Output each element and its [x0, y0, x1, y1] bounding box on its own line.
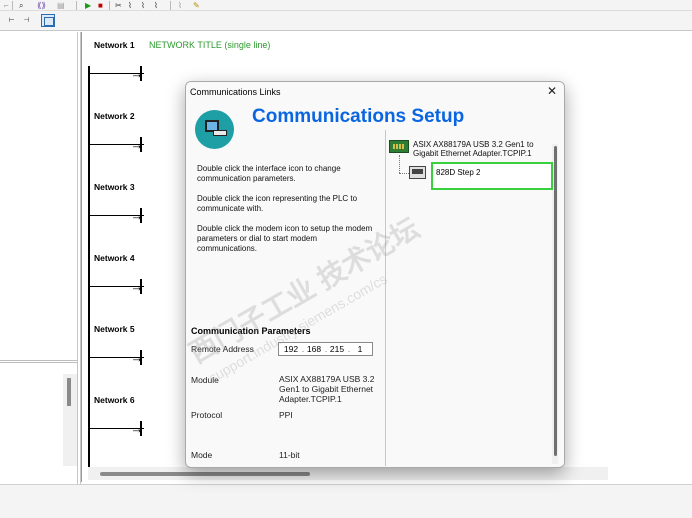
- dialog-titlebar[interactable]: Communications Links ✕: [186, 82, 564, 101]
- rung-arrow-icon[interactable]: →: [130, 350, 144, 365]
- remote-address-input[interactable]: 192 . 168 . 215 . 1: [278, 342, 373, 356]
- protocol-value: PPI: [279, 410, 293, 420]
- dialog-heading: Communications Setup: [252, 106, 465, 127]
- network-label: Network 1: [94, 40, 135, 50]
- plc-node-label: 828D Step 2: [436, 168, 481, 177]
- ip-octet[interactable]: 1: [351, 343, 369, 355]
- communications-dialog: Communications Links ✕ Communications Se…: [185, 81, 565, 468]
- secondary-toolbar: ⊢ ⊣: [0, 11, 692, 31]
- tree-scrollbar-thumb[interactable]: [554, 146, 557, 456]
- network-title[interactable]: NETWORK TITLE (single line): [149, 40, 270, 50]
- help-text: Double click the modem icon to setup the…: [197, 224, 373, 253]
- power-rail: [88, 66, 90, 470]
- toolbar-button-icon[interactable]: ⌇: [178, 1, 182, 10]
- run-icon[interactable]: ▶: [85, 1, 91, 10]
- dialog-title: Communications Links: [190, 87, 281, 97]
- toolbar-separator: [170, 1, 171, 10]
- communications-logo-icon: [195, 110, 234, 149]
- tree-connector: [399, 155, 400, 173]
- delete-branch-icon[interactable]: ⊣: [20, 14, 33, 27]
- mode-value: 11-bit: [279, 450, 300, 460]
- compile-icon[interactable]: ⟪⟫: [37, 1, 46, 10]
- module-label: Module: [191, 375, 219, 385]
- rung-arrow-icon[interactable]: →: [130, 279, 144, 294]
- remote-address-label: Remote Address: [191, 344, 254, 354]
- stop-icon[interactable]: ■: [98, 1, 103, 10]
- network-label: Network 4: [94, 253, 135, 263]
- left-scrollbar-thumb[interactable]: [67, 378, 71, 406]
- find-icon[interactable]: ⌕: [19, 1, 23, 10]
- program-status-icon[interactable]: ✂: [115, 1, 122, 10]
- ip-octet[interactable]: 192: [282, 343, 300, 355]
- insert-branch-icon[interactable]: ⊢: [5, 14, 18, 27]
- main-toolbar: ⌐ ⌕ ⟪⟫ ▤ ▶ ■ ✂ ⌇ ⌇ ⌇ ⌇ ✎: [0, 0, 692, 11]
- rung-arrow-icon[interactable]: →: [130, 421, 144, 436]
- network-label: Network 6: [94, 395, 135, 405]
- toolbar-button-icon[interactable]: ▤: [57, 1, 65, 10]
- keyboard-icon: [213, 130, 227, 136]
- rung-arrow-icon[interactable]: →: [130, 66, 144, 81]
- network-card-icon[interactable]: [389, 140, 409, 153]
- params-heading: Communication Parameters: [191, 326, 311, 336]
- rung-arrow-icon[interactable]: →: [130, 137, 144, 152]
- plc-node[interactable]: 828D Step 2: [431, 162, 553, 190]
- mode-label: Mode: [191, 450, 213, 460]
- force-icon[interactable]: ⌇: [154, 1, 158, 10]
- protocol-label: Protocol: [191, 410, 223, 420]
- status-icon[interactable]: ⌇: [141, 1, 145, 10]
- trend-view-icon[interactable]: ⌇: [128, 1, 132, 10]
- toolbar-separator: [76, 1, 77, 10]
- tree-connector: [399, 173, 409, 174]
- help-text: Double click the icon representing the P…: [197, 194, 358, 213]
- adapter-node-label[interactable]: ASIX AX88179A USB 3.2 Gen1 to Gigabit Et…: [413, 140, 553, 158]
- close-icon[interactable]: ✕: [545, 84, 559, 98]
- editor-scrollbar-thumb[interactable]: [100, 472, 310, 476]
- output-pane: [0, 484, 692, 518]
- ip-octet[interactable]: 215: [328, 343, 346, 355]
- rung-arrow-icon[interactable]: →: [130, 208, 144, 223]
- module-value: ASIX AX88179A USB 3.2 Gen1 to Gigabit Et…: [279, 374, 375, 404]
- ip-octet[interactable]: 168: [305, 343, 323, 355]
- network-label: Network 3: [94, 182, 135, 192]
- help-text: Double click the interface icon to chang…: [197, 164, 341, 183]
- plc-icon[interactable]: [409, 166, 426, 179]
- toolbar-button-icon[interactable]: ⌐: [4, 1, 9, 10]
- network-label: Network 5: [94, 324, 135, 334]
- app-window: ⌐ ⌕ ⟪⟫ ▤ ▶ ■ ✂ ⌇ ⌇ ⌇ ⌇ ✎ ⊢ ⊣ Network 1 N…: [0, 0, 692, 518]
- toolbar-separator: [109, 1, 110, 10]
- pencil-icon[interactable]: ✎: [193, 1, 200, 10]
- toolbar-separator: [12, 1, 13, 10]
- grid-view-icon[interactable]: [41, 14, 55, 27]
- network-label: Network 2: [94, 111, 135, 121]
